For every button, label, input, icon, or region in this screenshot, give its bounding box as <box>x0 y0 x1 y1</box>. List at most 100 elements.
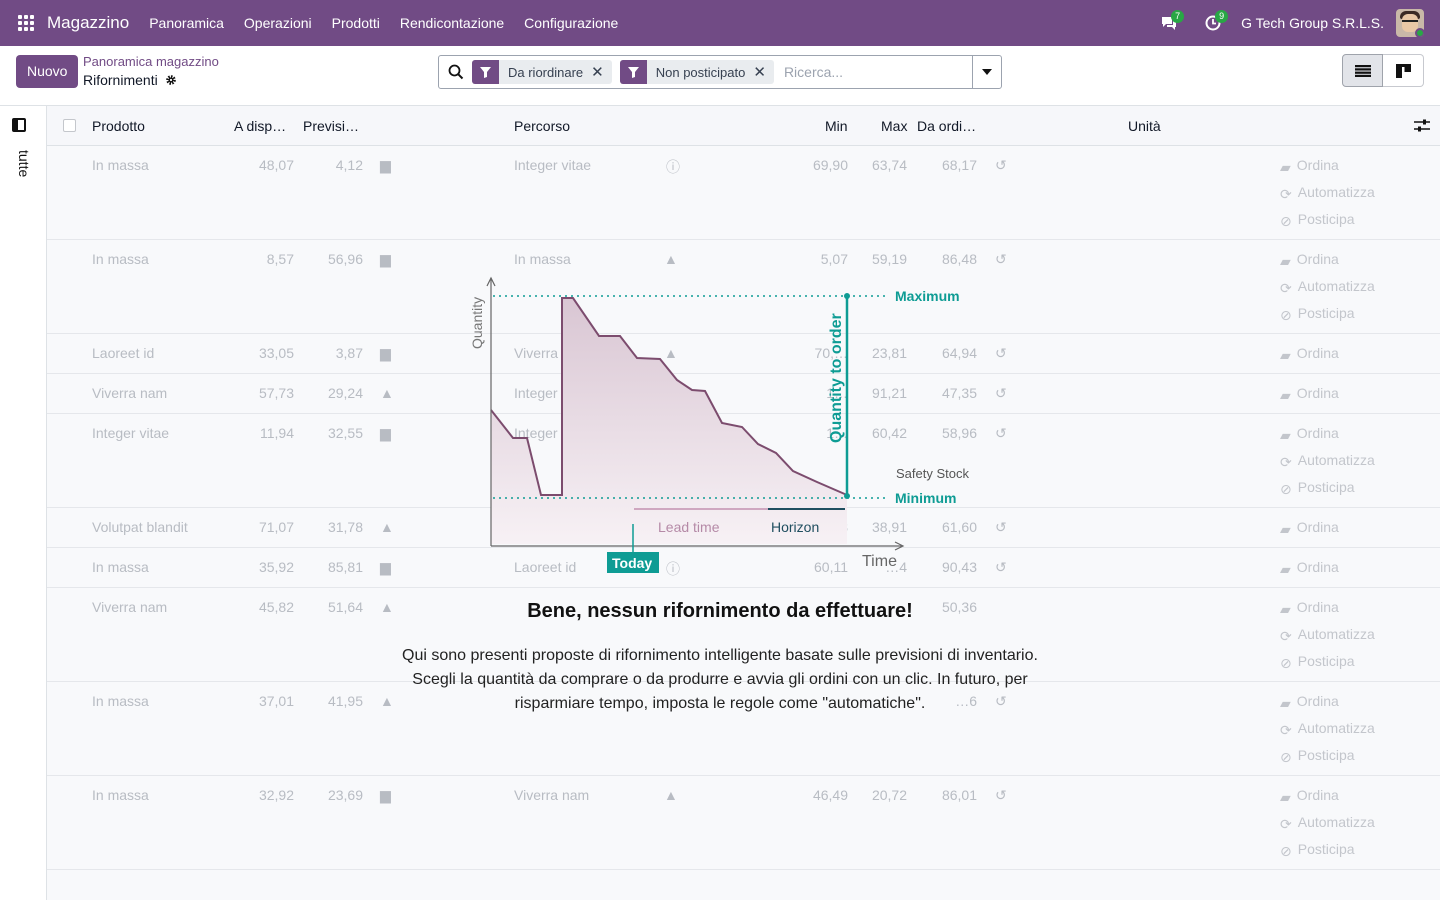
cell-min: 46,49 <box>812 787 848 803</box>
cell-to-order: 50,36 <box>941 599 977 615</box>
cell-forecast: 3,87 <box>335 345 363 361</box>
table-row: Integer vitae 11,94 32,55 ▆ Integer vita… <box>47 414 1440 508</box>
column-header-min[interactable]: Min <box>825 118 848 134</box>
menu-rendicontazione[interactable]: Rendicontazione <box>390 15 514 31</box>
kanban-icon <box>1395 63 1411 78</box>
cell-to-order: 68,17 <box>941 157 977 173</box>
cell-product: Laoreet id <box>92 345 155 361</box>
cell-product: In massa <box>92 559 149 575</box>
column-header-max[interactable]: Max <box>881 118 907 134</box>
column-header-to-order[interactable]: Da ordi… <box>917 118 976 134</box>
reset-icon: ↺ <box>995 519 1007 535</box>
column-header-available[interactable]: A disp… <box>234 118 286 134</box>
cell-available: 37,01 <box>258 693 294 709</box>
new-button[interactable]: Nuovo <box>16 55 79 88</box>
cell-max: …4 <box>885 559 907 575</box>
breadcrumb[interactable]: Panoramica magazzino <box>83 54 219 69</box>
cell-available: 32,92 <box>258 787 294 803</box>
cell-available: 35,92 <box>258 559 294 575</box>
table-row: In massa 37,01 41,95 ▲ …6 ↺ ▰ Ordina ⟳ Aut… <box>47 682 1440 776</box>
warning-icon: ▲ <box>380 693 394 709</box>
cell-route: Viverra nam <box>514 345 590 361</box>
optional-columns-icon[interactable] <box>1414 118 1430 134</box>
filter-facet-da-riordinare: Da riordinare ✕ <box>472 60 612 84</box>
cell-to-order: 86,01 <box>941 787 977 803</box>
automate-action: ⟳ Automatizza <box>1280 184 1375 202</box>
cell-product: In massa <box>92 251 149 267</box>
reset-icon: ↺ <box>995 157 1007 173</box>
chart-icon: ▆ <box>380 559 391 575</box>
panel-toggle-icon[interactable] <box>12 118 26 132</box>
table-row: Laoreet id 33,05 3,87 ▆ Viverra nam ▲ 70… <box>47 334 1440 374</box>
list-view-button[interactable] <box>1342 54 1383 87</box>
automate-action: ⟳ Automatizza <box>1280 278 1375 296</box>
cell-forecast: 41,95 <box>327 693 363 709</box>
cell-route: Laoreet id <box>514 559 577 575</box>
cell-forecast: 51,64 <box>327 599 363 615</box>
messages-button[interactable]: 7 <box>1147 0 1191 46</box>
filter-label: Non posticipato <box>655 64 746 80</box>
search-panel-filter-all[interactable]: tutte <box>16 150 32 177</box>
cell-product: In massa <box>92 787 149 803</box>
table-row: Volutpat blandit 71,07 31,78 ▲ Laoreet i… <box>47 508 1440 548</box>
menu-panoramica[interactable]: Panoramica <box>139 15 234 31</box>
order-action: ▰ Ordina <box>1280 519 1339 537</box>
user-avatar[interactable] <box>1396 9 1424 37</box>
kanban-view-button[interactable] <box>1383 54 1424 87</box>
search-bar: Da riordinare ✕ Non posticipato ✕ <box>438 55 1002 89</box>
reset-icon: ↺ <box>995 425 1007 441</box>
app-name[interactable]: Magazzino <box>47 13 129 33</box>
cell-product: In massa <box>92 157 149 173</box>
postpone-action: ⊘ Posticipa <box>1280 211 1355 229</box>
cell-min: …93 <box>818 519 848 535</box>
warning-icon: ▲ <box>380 519 394 535</box>
apps-menu-icon[interactable] <box>18 14 35 32</box>
info-icon: ⓘ <box>666 427 680 443</box>
search-input[interactable] <box>781 58 972 86</box>
select-all-checkbox[interactable] <box>63 119 76 132</box>
page-title: Rifornimenti <box>83 72 177 88</box>
automate-action: ⟳ Automatizza <box>1280 720 1375 738</box>
search-options-toggle[interactable] <box>972 56 1001 88</box>
column-header-unit[interactable]: Unità <box>1128 118 1161 134</box>
cell-max: 38,91 <box>871 519 907 535</box>
warning-icon: ▲ <box>664 345 678 361</box>
cell-product: In massa <box>92 693 149 709</box>
column-header-product[interactable]: Prodotto <box>92 118 145 134</box>
chart-icon: ▆ <box>380 787 391 803</box>
reset-icon: ↺ <box>995 693 1007 709</box>
company-switcher[interactable]: G Tech Group S.R.L.S. <box>1241 15 1384 31</box>
automate-action: ⟳ Automatizza <box>1280 626 1375 644</box>
list-icon <box>1354 64 1371 77</box>
cell-max: 23,81 <box>871 345 907 361</box>
cell-to-order: 64,94 <box>941 345 977 361</box>
cell-available: 48,07 <box>258 157 294 173</box>
reset-icon: ↺ <box>995 345 1007 361</box>
activities-button[interactable]: 9 <box>1191 0 1235 46</box>
menu-prodotti[interactable]: Prodotti <box>322 15 390 31</box>
remove-filter-button[interactable]: ✕ <box>753 63 774 81</box>
remove-filter-button[interactable]: ✕ <box>591 63 612 81</box>
cell-min: 60,11 <box>814 559 848 575</box>
cell-route: Integer vitae <box>514 385 592 401</box>
column-header-forecast[interactable]: Previsi… <box>303 118 359 134</box>
cell-available: 71,07 <box>258 519 294 535</box>
menu-operazioni[interactable]: Operazioni <box>234 15 322 31</box>
postpone-action: ⊘ Posticipa <box>1280 653 1355 671</box>
column-header-route[interactable]: Percorso <box>514 118 570 134</box>
gear-icon[interactable] <box>165 74 177 86</box>
order-action: ▰ Ordina <box>1280 425 1339 443</box>
search-icon[interactable] <box>448 64 464 80</box>
online-status-indicator <box>1415 28 1424 37</box>
order-action: ▰ Ordina <box>1280 345 1339 363</box>
order-action: ▰ Ordina <box>1280 599 1339 617</box>
cell-product: Integer vitae <box>92 425 170 441</box>
cell-product: Viverra nam <box>92 599 168 615</box>
cell-to-order: 58,96 <box>941 425 977 441</box>
messages-badge: 7 <box>1171 10 1185 23</box>
menu-configurazione[interactable]: Configurazione <box>514 15 628 31</box>
cell-forecast: 29,24 <box>327 385 363 401</box>
cell-max: 20,72 <box>871 787 907 803</box>
reset-icon: ↺ <box>995 787 1007 803</box>
order-action: ▰ Ordina <box>1280 559 1339 577</box>
